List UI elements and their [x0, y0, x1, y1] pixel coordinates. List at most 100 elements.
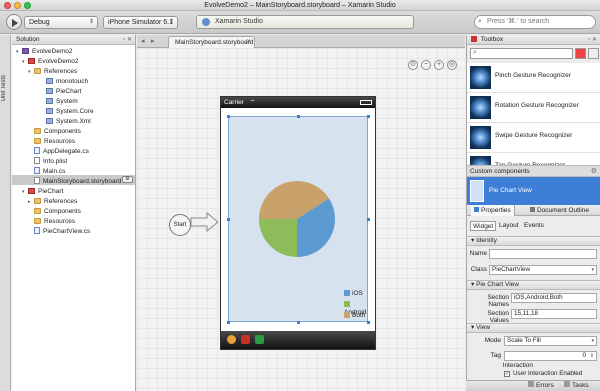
mode-select[interactable]: Scale To Fill ▾ [504, 336, 597, 346]
pie-chart-view-section-header[interactable]: ▾ Pie Chart View [467, 280, 600, 290]
category-view-icon[interactable] [575, 48, 586, 59]
resize-handle[interactable] [367, 218, 370, 221]
tasks-button[interactable]: Tasks [564, 381, 589, 391]
close-tab-icon[interactable]: ✕ [246, 37, 251, 48]
errors-button[interactable]: Errors [528, 381, 554, 391]
tree-item[interactable]: PieChart [40, 87, 81, 97]
tab-mainstoryboard[interactable]: MainStoryboard.storyboard ✕ [168, 36, 255, 48]
tab-properties-label: Properties [481, 207, 511, 214]
tree-item-label: System.Core [56, 108, 94, 115]
resize-handle[interactable] [227, 115, 230, 118]
tab-document-outline[interactable]: Document Outline [527, 205, 592, 216]
tab-scroll-right-icon[interactable]: ▸ [151, 37, 155, 45]
reference-icon [46, 78, 53, 84]
legend-label: Both [352, 312, 366, 319]
name-field[interactable] [489, 249, 597, 259]
list-view-icon[interactable] [588, 48, 599, 59]
title-bar: EvolveDemo2 – MainStoryboard.storyboard … [0, 0, 600, 11]
resize-handle[interactable] [227, 321, 230, 324]
tasks-icon [564, 381, 570, 387]
tree-item[interactable]: AppDelegate.cs [28, 147, 89, 157]
pie-slice-android [259, 219, 297, 257]
zoom-out-icon[interactable]: − [421, 60, 431, 70]
view-controller-icon[interactable] [241, 335, 250, 344]
tree-item[interactable]: ▾ EvolveDemo2 [16, 47, 72, 57]
zoom-fit-icon[interactable]: ⊙ [408, 60, 418, 70]
tree-item[interactable]: ▾ PieChart [22, 187, 63, 197]
tree-item[interactable]: System.Core [40, 107, 94, 117]
name-label: Name [469, 250, 487, 257]
tree-item[interactable]: Main.cs [28, 167, 65, 177]
resize-handle[interactable] [367, 115, 370, 118]
bottom-status-bar: Errors Tasks [466, 380, 600, 391]
pie-chart-view[interactable]: iOS Android Both [227, 115, 370, 324]
resize-handle[interactable] [297, 115, 300, 118]
tree-item[interactable]: ▸ References [28, 197, 77, 207]
configuration-select[interactable]: Debug ⇕ [24, 16, 98, 29]
resize-handle[interactable] [367, 321, 370, 324]
tree-item-label: System.Xml [56, 118, 91, 125]
pad-controls[interactable]: ▫ ✕ [588, 35, 597, 45]
piechart-header-label: Pie Chart View [476, 281, 519, 288]
resize-handle[interactable] [227, 218, 230, 221]
play-icon [12, 18, 18, 27]
project-icon [28, 58, 35, 64]
zoom-window-button[interactable] [24, 2, 31, 9]
wifi-icon: ⌔ [249, 100, 256, 106]
tree-item[interactable]: System [40, 97, 78, 107]
global-search-input[interactable]: ⌕ Press '⌘.' to search [474, 15, 596, 29]
close-window-button[interactable] [4, 2, 11, 9]
run-button[interactable] [6, 14, 22, 30]
view-section-header[interactable]: ▾ View [467, 323, 600, 333]
subtab-events[interactable]: Events [522, 221, 546, 231]
subtab-layout[interactable]: Layout [497, 221, 521, 231]
tag-value: 0 [582, 352, 586, 359]
gear-icon[interactable]: ⚙ [122, 176, 133, 183]
tab-properties[interactable]: Properties [471, 205, 515, 216]
tree-item[interactable]: Components [28, 207, 81, 217]
zoom-100-icon[interactable]: ◎ [447, 60, 457, 70]
tree-item[interactable]: Resources [28, 137, 75, 147]
section-values-field[interactable]: 15,11,18 [511, 309, 597, 319]
tag-stepper[interactable]: 0 ⇕ [504, 351, 597, 361]
section-values-label: Section Values [487, 310, 509, 324]
toolbox-item[interactable]: Swipe Gesture Recognizer [467, 123, 600, 153]
toolbox-search-input[interactable]: ⌕ [470, 48, 573, 59]
unit-tests-pad-tab[interactable]: Unit Tests [1, 75, 10, 101]
legend-item-ios: iOS [344, 290, 363, 299]
tree-item[interactable]: Resources [28, 217, 75, 227]
section-names-field[interactable]: iOS,Android,Both [511, 293, 597, 303]
toolbox-item[interactable]: Pinch Gesture Recognizer [467, 63, 600, 93]
csharp-file-icon [34, 227, 40, 234]
chevron-down-icon: ▾ [591, 338, 594, 344]
device-select[interactable]: iPhone Simulator 6.1 ⇕ [103, 16, 178, 29]
exit-icon[interactable] [255, 335, 264, 344]
toolbox-item-pie-chart-view[interactable]: Pie Chart View [467, 177, 600, 205]
tree-item[interactable]: System.Xml [40, 117, 91, 127]
reference-icon [46, 98, 53, 104]
tree-item[interactable]: ▾ References [28, 67, 77, 77]
tree-item[interactable]: PieChartView.cs [28, 227, 90, 237]
tree-item[interactable]: ▾ EvolveDemo2 [22, 57, 78, 67]
tree-item[interactable]: MainStoryboard.storyboard [28, 177, 121, 187]
custom-item-label: Pie Chart View [489, 187, 532, 194]
tab-scroll-left-icon[interactable]: ◂ [141, 37, 145, 45]
interaction-label: Interaction [502, 362, 533, 369]
tree-item[interactable]: Info.plist [28, 157, 67, 167]
right-panel: Toolbox ▫ ✕ ⌕ Pinch Gesture Recognizer Ro… [466, 35, 600, 391]
class-select[interactable]: PieChartView ▾ [489, 265, 597, 275]
tag-label: Tag [490, 352, 501, 359]
tree-item[interactable]: monotouch [40, 77, 88, 87]
user-interaction-checkbox[interactable]: ✓ [504, 371, 510, 377]
minimize-window-button[interactable] [14, 2, 21, 9]
tree-item[interactable]: Components [28, 127, 81, 137]
toolbox-item[interactable]: Rotation Gesture Recognizer [467, 93, 600, 123]
zoom-in-icon[interactable]: + [434, 60, 444, 70]
subtab-widget[interactable]: Widget [470, 221, 497, 231]
tab-outline-label: Document Outline [537, 207, 590, 214]
pad-controls[interactable]: ▫ ✕ [123, 35, 132, 45]
resize-handle[interactable] [297, 321, 300, 324]
first-responder-icon[interactable] [227, 335, 236, 344]
stepper-icon: ⇕ [589, 353, 594, 359]
identity-section-header[interactable]: ▾ Identity [467, 236, 600, 246]
